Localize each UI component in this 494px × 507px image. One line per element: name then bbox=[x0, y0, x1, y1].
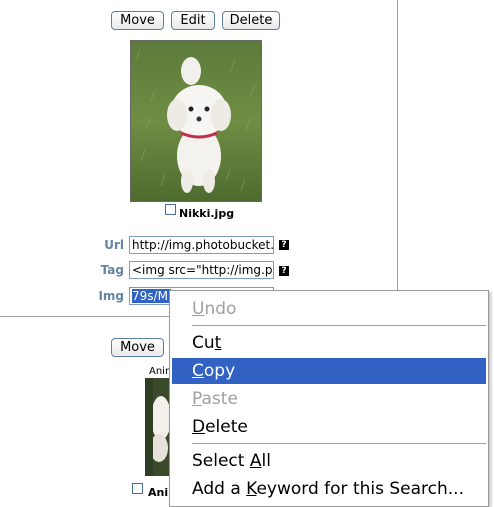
menu-item-text: ndo bbox=[204, 299, 237, 319]
url-field[interactable]: http://img.photobucket.c bbox=[129, 236, 274, 254]
menu-item-cut[interactable]: Cut bbox=[172, 330, 486, 356]
context-menu: Undo Cut Copy Paste Delete Select All Ad… bbox=[169, 290, 489, 507]
delete-button[interactable]: Delete bbox=[222, 11, 280, 30]
menu-item-access-key: C bbox=[192, 361, 204, 381]
menu-item-delete[interactable]: Delete bbox=[172, 414, 486, 440]
column-divider bbox=[397, 0, 398, 316]
edit-button[interactable]: Edit bbox=[171, 11, 215, 30]
file-name: Nikki.jpg bbox=[179, 207, 235, 220]
menu-item-text: opy bbox=[203, 361, 236, 381]
menu-item-access-key: U bbox=[192, 299, 205, 319]
select-checkbox[interactable] bbox=[165, 204, 176, 215]
menu-item-add-keyword[interactable]: Add a Keyword for this Search... bbox=[172, 476, 486, 502]
menu-item-access-key: P bbox=[192, 389, 202, 409]
animal-photo-image bbox=[145, 378, 169, 476]
menu-item-access-key: t bbox=[214, 333, 222, 353]
menu-separator bbox=[192, 443, 486, 444]
menu-item-access-key: D bbox=[192, 417, 206, 437]
menu-item-access-key: A bbox=[249, 451, 262, 471]
select-checkbox[interactable] bbox=[132, 483, 143, 494]
menu-separator bbox=[192, 325, 486, 326]
menu-item-copy[interactable]: Copy bbox=[172, 358, 486, 384]
photo-thumbnail-nikki[interactable] bbox=[130, 40, 262, 202]
tag-field[interactable]: <img src="http://img.pho bbox=[129, 261, 274, 279]
menu-item-text: Add a bbox=[192, 479, 247, 499]
menu-item-undo[interactable]: Undo bbox=[172, 296, 486, 322]
menu-item-text: ll bbox=[261, 451, 271, 471]
help-icon[interactable]: ? bbox=[279, 266, 289, 276]
tag-label: Tag bbox=[100, 263, 124, 277]
menu-item-paste[interactable]: Paste bbox=[172, 386, 486, 412]
menu-item-access-key: K bbox=[246, 479, 257, 499]
move-button[interactable]: Move bbox=[111, 338, 164, 357]
photo-thumbnail-animal[interactable] bbox=[145, 378, 169, 476]
move-button[interactable]: Move bbox=[111, 11, 164, 30]
menu-item-text: aste bbox=[201, 389, 238, 409]
img-label: Img bbox=[98, 289, 124, 303]
dog-photo-image bbox=[131, 41, 261, 201]
menu-item-text: eyword for this Search... bbox=[256, 479, 464, 499]
help-icon[interactable]: ? bbox=[279, 240, 289, 250]
menu-item-text: elete bbox=[205, 417, 248, 437]
url-label: Url bbox=[104, 238, 124, 252]
menu-item-text: Select bbox=[192, 451, 250, 471]
file-name: Ani bbox=[148, 486, 169, 499]
menu-item-select-all[interactable]: Select All bbox=[172, 448, 486, 474]
menu-item-text: Cu bbox=[192, 333, 215, 353]
